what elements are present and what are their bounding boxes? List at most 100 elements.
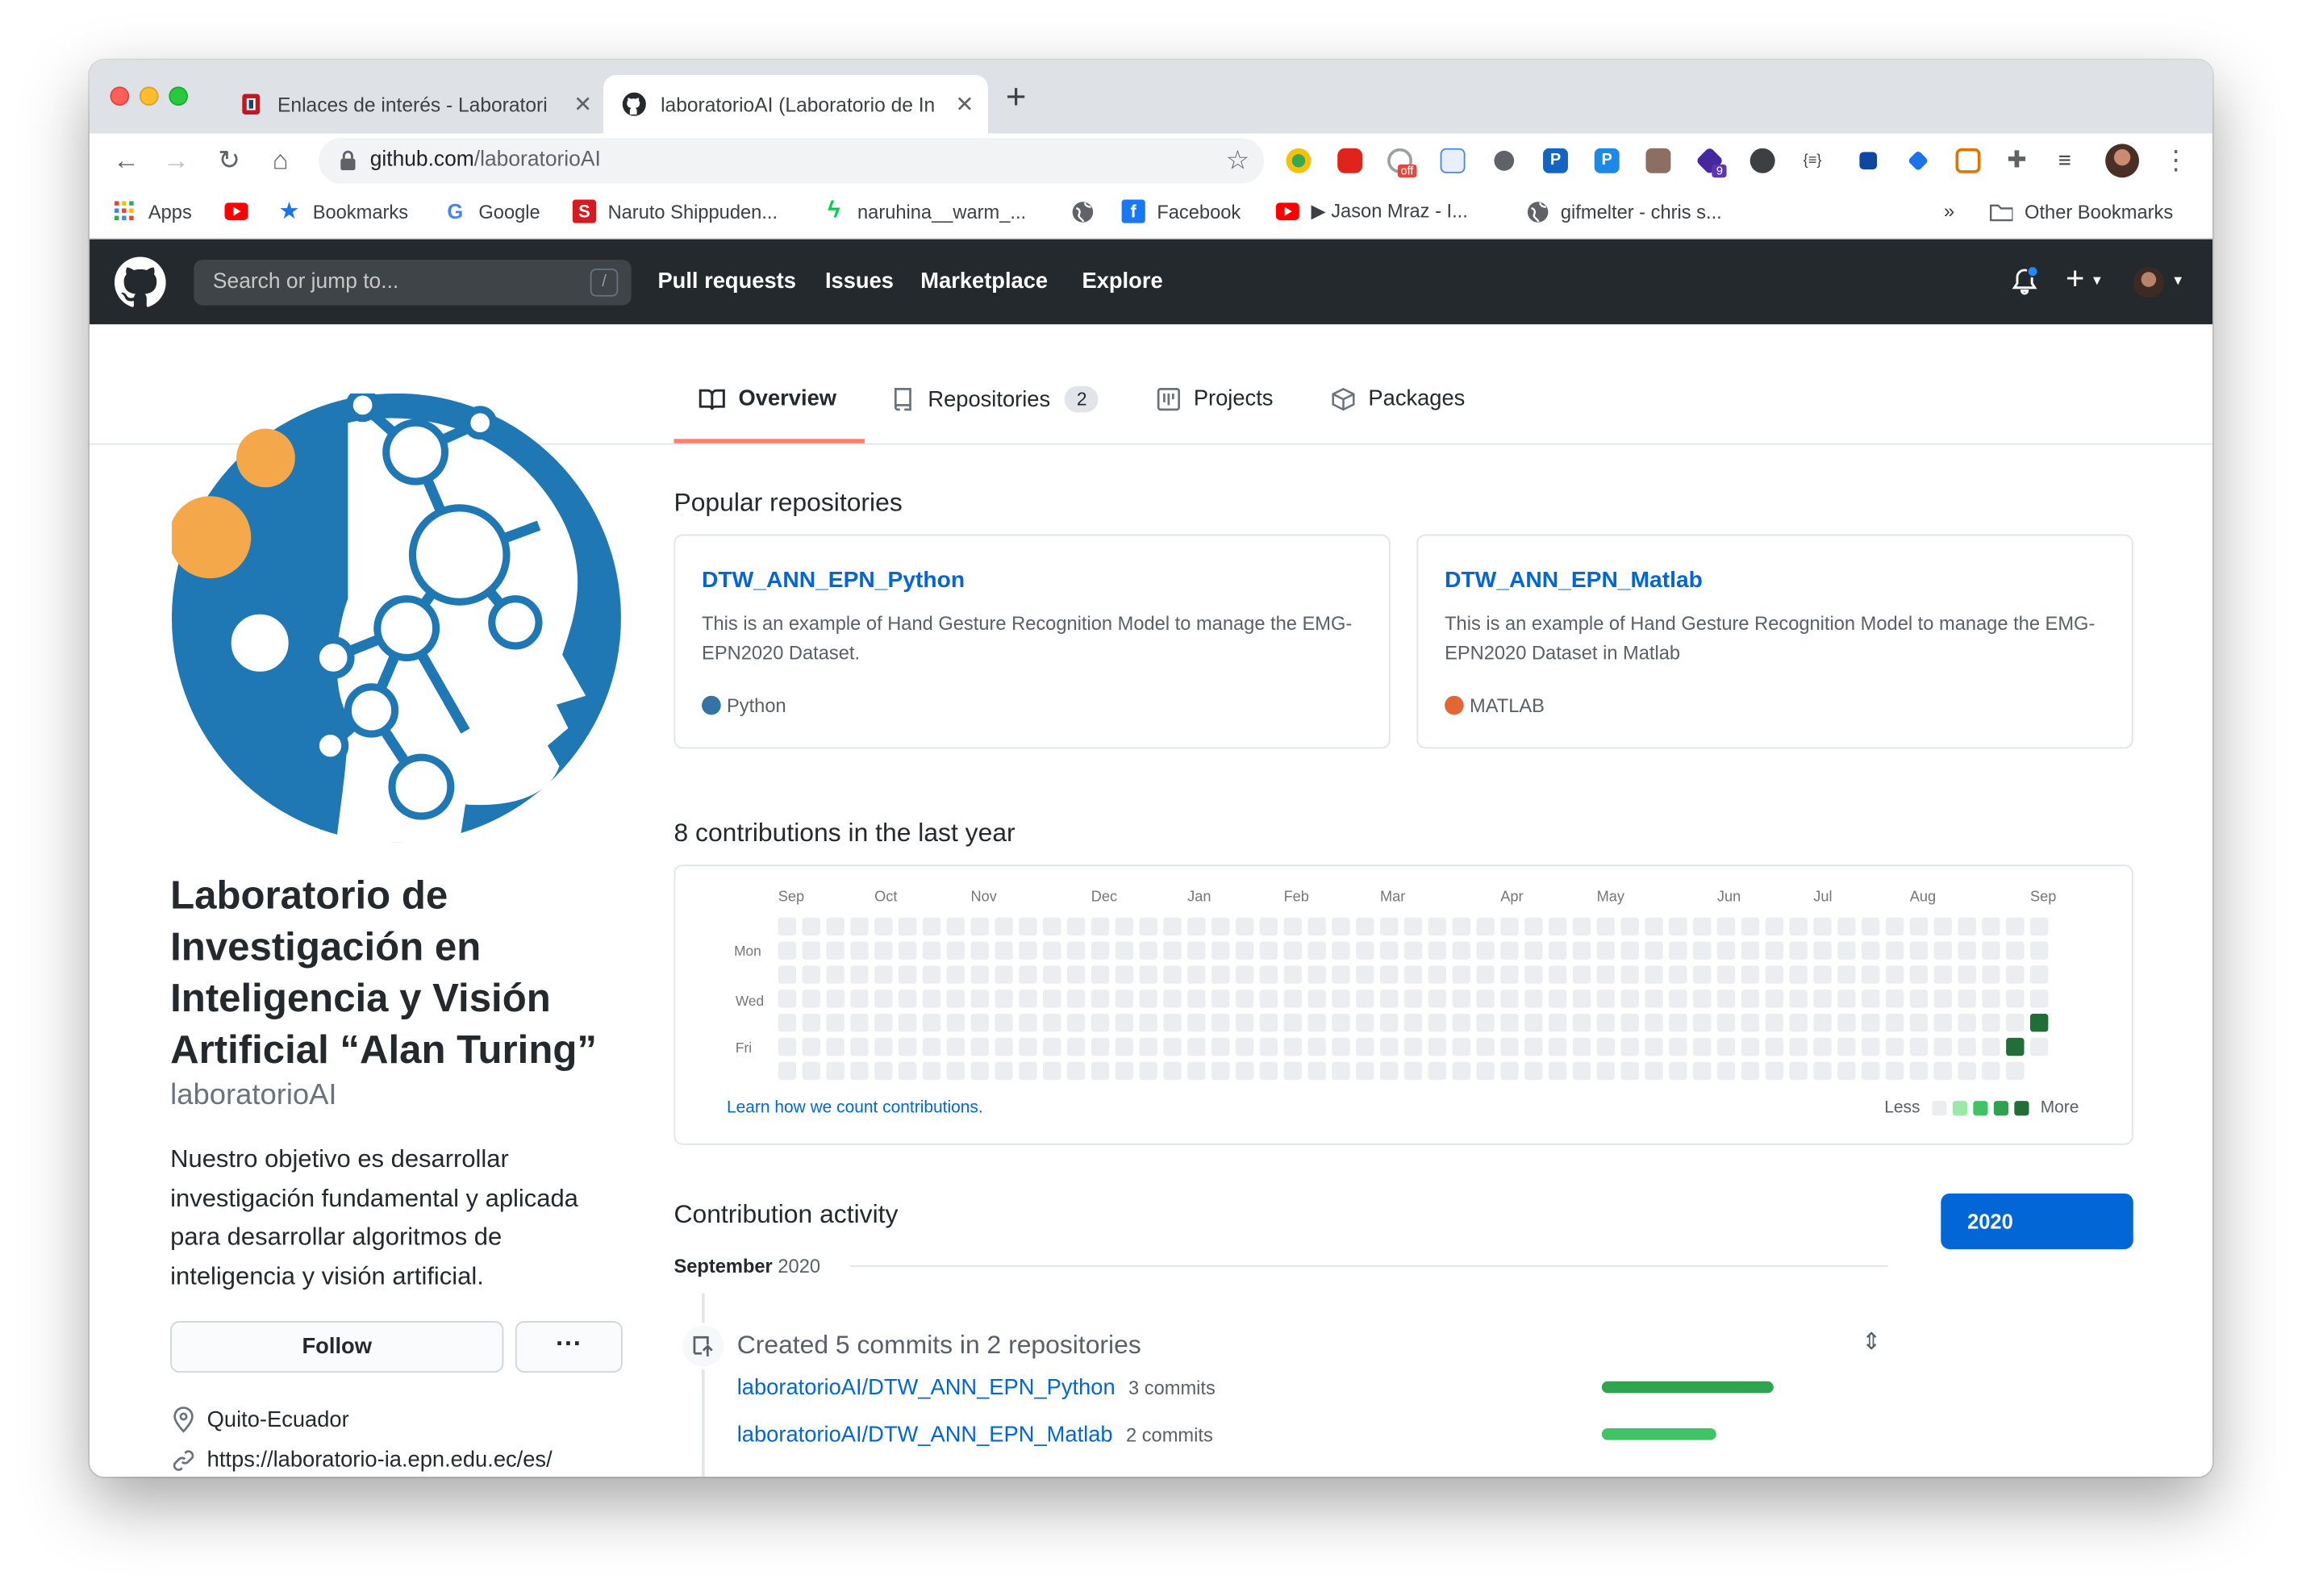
contribution-cell[interactable] [1716,1061,1736,1081]
contribution-cell[interactable] [1741,941,1760,960]
contribution-cell[interactable] [1091,990,1110,1008]
contribution-cell[interactable] [2029,990,2049,1008]
contribution-cell[interactable] [1066,990,1086,1008]
contribution-cell[interactable] [826,917,844,936]
activity-repo-link[interactable]: laboratorioAI/DTW_ANN_EPN_Matlab [737,1423,1113,1448]
bookmark-jason-mraz[interactable]: ▶ Jason Mraz - I... [1275,200,1468,223]
contribution-cell[interactable] [1307,917,1326,936]
nav-explore[interactable]: Explore [1082,269,1162,294]
contribution-cell[interactable] [1452,1061,1470,1081]
contribution-cell[interactable] [1066,1037,1086,1056]
contribution-cell[interactable] [1452,965,1470,984]
contribution-cell[interactable] [1187,1014,1206,1032]
contribution-cell[interactable] [1862,990,1880,1008]
repo-link[interactable]: DTW_ANN_EPN_Python [702,568,965,594]
contribution-cell[interactable] [1163,1037,1182,1056]
contribution-cell[interactable] [1789,1061,1808,1081]
contribution-cell[interactable] [1933,1014,1952,1032]
contribution-cell[interactable] [1789,1014,1808,1032]
contribution-cell[interactable] [826,941,844,960]
contribution-cell[interactable] [1620,917,1639,936]
contribution-cell[interactable] [1403,1014,1423,1032]
contribution-cell[interactable] [1235,1037,1254,1056]
contribution-cell[interactable] [1933,941,1952,960]
contribution-cell[interactable] [1885,1037,1904,1056]
contribution-cell[interactable] [1596,965,1616,984]
contribution-cell[interactable] [1885,990,1904,1008]
contribution-cell[interactable] [1283,1014,1302,1032]
contribution-cell[interactable] [1019,917,1037,936]
contribution-cell[interactable] [1091,965,1110,984]
contribution-cell[interactable] [874,1061,893,1081]
contribution-cell[interactable] [1187,990,1206,1008]
contribution-cell[interactable] [1091,1037,1110,1056]
contribution-cell[interactable] [850,965,869,984]
contribution-cell[interactable] [1091,1061,1110,1081]
contribution-cell[interactable] [1356,965,1374,984]
bookmark-bookmarks[interactable]: ★ Bookmarks [277,200,409,225]
contribution-cell[interactable] [1115,965,1134,984]
contribution-cell[interactable] [1332,917,1350,936]
contribution-cell[interactable] [1332,965,1350,984]
contribution-cell[interactable] [2006,1037,2025,1056]
contribution-cell[interactable] [802,917,820,936]
contribution-cell[interactable] [1403,917,1423,936]
contribution-cell[interactable] [1379,941,1399,960]
contribution-cell[interactable] [1235,1061,1254,1081]
blue-cap-extension-icon[interactable] [1907,150,1929,172]
contribution-cell[interactable] [1765,1014,1783,1032]
contribution-cell[interactable] [1115,990,1134,1008]
contribution-cell[interactable] [1476,1037,1495,1056]
contribution-cell[interactable] [1066,1014,1086,1032]
contribution-cell[interactable] [1428,1014,1447,1032]
contribution-cell[interactable] [1741,1014,1760,1032]
contribution-cell[interactable] [1885,941,1904,960]
contribution-cell[interactable] [1476,990,1495,1008]
contribution-cell[interactable] [1235,990,1254,1008]
contribution-cell[interactable] [1115,1014,1134,1032]
contribution-cell[interactable] [778,965,797,984]
contribution-cell[interactable] [1187,965,1206,984]
contribution-cell[interactable] [1982,990,2000,1008]
contribution-cell[interactable] [1645,1037,1663,1056]
contribution-cell[interactable] [970,990,989,1008]
contribution-cell[interactable] [1862,965,1880,984]
contribution-cell[interactable] [1837,1061,1856,1081]
contribution-cell[interactable] [1862,1037,1880,1056]
contribution-cell[interactable] [922,941,941,960]
bookmark-naruhina[interactable]: ϟ naruhina__warm_... [822,198,1026,223]
contribution-cell[interactable] [1403,941,1423,960]
contribution-cell[interactable] [802,965,820,984]
contribution-cell[interactable] [946,1061,965,1081]
contribution-cell[interactable] [1259,990,1278,1008]
contribution-cell[interactable] [778,1061,797,1081]
contribution-cell[interactable] [802,1037,820,1056]
contribution-cell[interactable] [946,990,965,1008]
contribution-cell[interactable] [1741,1061,1760,1081]
contribution-cell[interactable] [1235,1014,1254,1032]
contribution-cell[interactable] [802,1061,820,1081]
contribution-cell[interactable] [1669,990,1687,1008]
bookmark-star-icon[interactable]: ☆ [1226,145,1249,176]
contribution-cell[interactable] [898,965,917,984]
contribution-cell[interactable] [922,917,941,936]
contribution-cell[interactable] [874,941,893,960]
contribution-cell[interactable] [1885,965,1904,984]
contribution-cell[interactable] [1163,965,1182,984]
contribution-cell[interactable] [1066,941,1086,960]
contribution-cell[interactable] [1379,1037,1399,1056]
nav-marketplace[interactable]: Marketplace [920,269,1048,294]
bell-icon[interactable] [2012,267,2038,296]
contribution-cell[interactable] [1332,990,1350,1008]
contribution-cell[interactable] [778,990,797,1008]
contribution-cell[interactable] [1356,1061,1374,1081]
contribution-cell[interactable] [1332,1037,1350,1056]
contribution-cell[interactable] [1163,917,1182,936]
contribution-cell[interactable] [874,965,893,984]
contribution-cell[interactable] [1669,965,1687,984]
contribution-cell[interactable] [1115,1037,1134,1056]
contribution-cell[interactable] [1620,965,1639,984]
contribution-cell[interactable] [1741,917,1760,936]
org-website[interactable]: https://laboratorio-ia.epn.edu.ec/es/ [170,1448,553,1473]
contribution-cell[interactable] [1066,1061,1086,1081]
